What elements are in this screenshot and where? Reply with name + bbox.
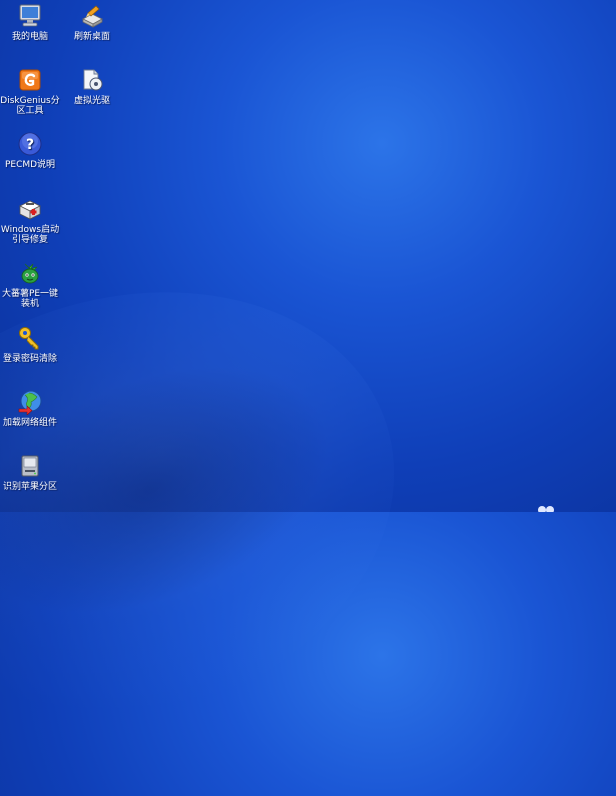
network-globe-icon bbox=[18, 390, 42, 415]
svg-text:?: ? bbox=[26, 137, 34, 153]
help-icon: ? bbox=[18, 132, 42, 156]
desktop-icon-diskgenius[interactable]: DiskGenius分区工具 bbox=[0, 67, 62, 116]
desktop-icon-label: 识别苹果分区 bbox=[2, 482, 57, 492]
desktop-icon-password-clear[interactable]: 登录密码清除 bbox=[0, 325, 62, 364]
refresh-desktop-icon bbox=[82, 5, 103, 28]
key-icon bbox=[19, 327, 39, 350]
my-computer-icon bbox=[19, 4, 41, 27]
desktop-icon-boot-repair[interactable]: Windows启动引导修复 bbox=[0, 196, 62, 245]
desktop-icon-label: PECMD说明 bbox=[4, 160, 56, 170]
desktop-icon-apple-partition[interactable]: 识别苹果分区 bbox=[0, 453, 62, 492]
desktop-icon-my-computer[interactable]: 我的电脑 bbox=[0, 3, 62, 42]
boot-repair-icon bbox=[19, 200, 41, 220]
desktop-icon-label: Windows启动引导修复 bbox=[0, 225, 60, 245]
desktop-icon-refresh-desktop[interactable]: 刷新桌面 bbox=[60, 3, 124, 42]
desktop-icon-label: 加载网络组件 bbox=[2, 418, 57, 428]
desktop-icon-label: 大蕃薯PE一键装机 bbox=[1, 289, 59, 309]
desktop-icon-pecmd-help[interactable]: ? PECMD说明 bbox=[0, 131, 62, 170]
desktop-icon-label: 虚拟光驱 bbox=[73, 96, 110, 106]
diskgenius-icon bbox=[19, 69, 41, 91]
desktop-icon-label: 刷新桌面 bbox=[73, 32, 110, 42]
desktop-icon-label: DiskGenius分区工具 bbox=[0, 96, 60, 116]
virtual-drive-icon bbox=[83, 69, 103, 91]
disk-drive-icon bbox=[21, 455, 39, 477]
desktop-icon-label: 我的电脑 bbox=[11, 32, 48, 42]
installer-icon bbox=[21, 263, 39, 284]
desktop-icon-pe-installer[interactable]: 大蕃薯PE一键装机 bbox=[0, 260, 62, 309]
desktop-icon-virtual-drive[interactable]: 虚拟光驱 bbox=[60, 67, 124, 106]
partial-watermark-icon bbox=[538, 506, 554, 512]
desktop-icon-network-loader[interactable]: 加载网络组件 bbox=[0, 389, 62, 428]
desktop-icon-label: 登录密码清除 bbox=[2, 354, 57, 364]
